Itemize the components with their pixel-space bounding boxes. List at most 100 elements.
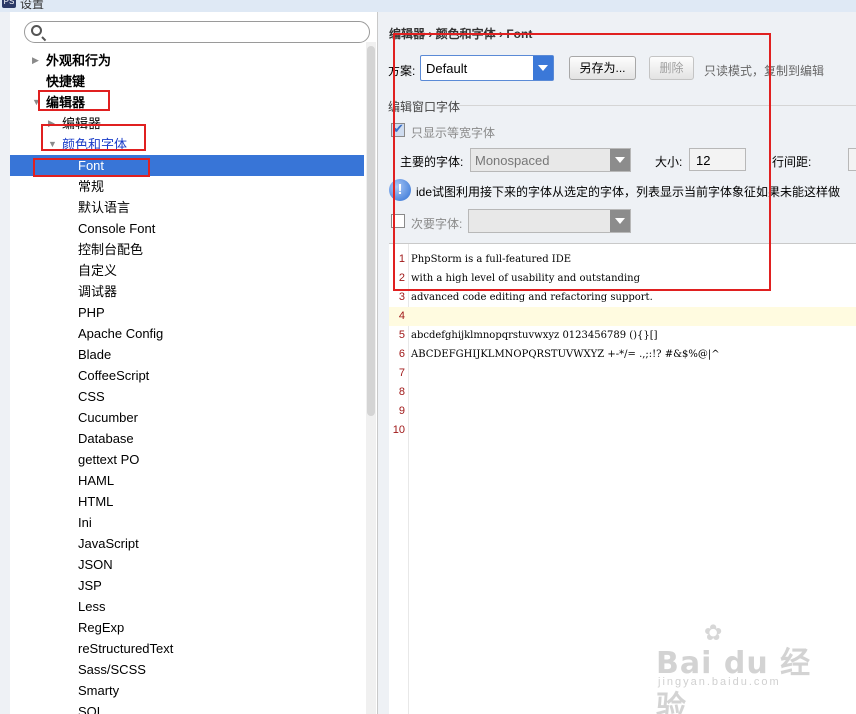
- settings-tree: ▶ 外观和行为 快捷键 ▼ 编辑器 ▶ 编辑器 ▼ 颜色和字体 Font 常规 默认语言 Console…: [10, 50, 364, 714]
- sidebar-item-label: 调试器: [78, 284, 118, 299]
- sidebar-item[interactable]: Console Font: [10, 218, 364, 239]
- sidebar-item[interactable]: SQL: [10, 701, 364, 714]
- sidebar-item[interactable]: 常规: [10, 176, 364, 197]
- sidebar-item-label: 默认语言: [78, 200, 131, 215]
- sidebar-item[interactable]: gettext PO: [10, 449, 364, 470]
- sidebar-item-label: PHP: [78, 305, 105, 320]
- sidebar-item[interactable]: Less: [10, 596, 364, 617]
- save-as-button[interactable]: 另存为...: [569, 56, 636, 80]
- sidebar-item-label: 外观和行为: [46, 53, 112, 68]
- scheme-value: Default: [426, 61, 468, 76]
- chevron-down-icon[interactable]: [533, 56, 553, 80]
- sidebar-item[interactable]: RegExp: [10, 617, 364, 638]
- size-label: 大小:: [655, 155, 683, 169]
- code-line[interactable]: 9: [389, 402, 856, 421]
- section-divider: [459, 105, 856, 106]
- watermark-url: jingyan.baidu.com: [658, 676, 781, 688]
- info-icon: !: [389, 179, 411, 201]
- delete-button[interactable]: 删除: [649, 56, 694, 80]
- primary-font-select[interactable]: Monospaced: [470, 148, 631, 172]
- code-line[interactable]: 5 abcdefghijklmnopqrstuvwxyz 0123456789 (…: [389, 326, 856, 345]
- sidebar-item[interactable]: 自定义: [10, 260, 364, 281]
- sidebar-item[interactable]: HAML: [10, 470, 364, 491]
- sidebar-item-label: Console Font: [78, 221, 156, 236]
- sidebar-item[interactable]: HTML: [10, 491, 364, 512]
- chevron-down-icon[interactable]: [610, 210, 630, 232]
- sidebar-item[interactable]: Database: [10, 428, 364, 449]
- scheme-label: 方案:: [388, 64, 416, 78]
- sidebar-item[interactable]: ▶ 外观和行为: [10, 50, 364, 71]
- sidebar-item[interactable]: Ini: [10, 512, 364, 533]
- search-input[interactable]: [24, 21, 370, 43]
- sidebar-item[interactable]: PHP: [10, 302, 364, 323]
- sidebar-item-label: Smarty: [78, 683, 120, 698]
- monospaced-only-checkbox[interactable]: [391, 121, 405, 137]
- sidebar-item[interactable]: ▼ 编辑器: [10, 92, 364, 113]
- code-line[interactable]: 4: [389, 307, 856, 326]
- sidebar-item-label: Cucumber: [78, 410, 138, 425]
- line-number: 5: [398, 329, 405, 341]
- sidebar-item[interactable]: JSON: [10, 554, 364, 575]
- section-title: 编辑窗口字体: [388, 100, 461, 114]
- sidebar-item-label: gettext PO: [78, 452, 140, 467]
- sidebar-scrollbar[interactable]: [366, 42, 376, 714]
- sidebar-item[interactable]: CSS: [10, 386, 364, 407]
- secondary-font-checkbox[interactable]: [391, 214, 405, 228]
- code-line[interactable]: 2 with a high level of usability and outs…: [389, 269, 856, 288]
- size-input[interactable]: 12: [689, 148, 746, 171]
- line-number: 2: [398, 272, 405, 284]
- size-value: 12: [696, 153, 711, 168]
- sidebar-item[interactable]: Blade: [10, 344, 364, 365]
- sidebar-item-label: reStructuredText: [78, 641, 174, 656]
- secondary-font-select[interactable]: [468, 209, 631, 233]
- expanded-arrow-icon[interactable]: ▼: [48, 134, 57, 155]
- sidebar-item-label: 快捷键: [46, 74, 86, 89]
- sidebar-item[interactable]: Cucumber: [10, 407, 364, 428]
- sidebar-item-label: JavaScript: [78, 536, 139, 551]
- sidebar-item[interactable]: JSP: [10, 575, 364, 596]
- sidebar-item-label: 编辑器: [62, 116, 102, 131]
- line-number: 9: [398, 405, 405, 417]
- sidebar-item-label: Apache Config: [78, 326, 164, 341]
- scheme-select[interactable]: Default: [420, 55, 554, 81]
- code-line[interactable]: 7: [389, 364, 856, 383]
- sidebar-item-label: HAML: [78, 473, 115, 488]
- expanded-arrow-icon[interactable]: ▼: [32, 92, 41, 113]
- code-line[interactable]: 3 advanced code editing and refactoring s…: [389, 288, 856, 307]
- collapsed-arrow-icon[interactable]: ▶: [32, 50, 39, 71]
- sidebar-item-label: 常规: [78, 179, 105, 194]
- sidebar-item[interactable]: reStructuredText: [10, 638, 364, 659]
- sidebar-item-label: 颜色和字体: [62, 137, 128, 152]
- sidebar-item[interactable]: Apache Config: [10, 323, 364, 344]
- code-text: with a high level of usability and outst…: [411, 273, 640, 284]
- sidebar-item[interactable]: ▶ 编辑器: [10, 113, 364, 134]
- line-spacing-input[interactable]: [848, 148, 856, 171]
- code-line[interactable]: 6 ABCDEFGHIJKLMNOPQRSTUVWXYZ +-*/= .,;:!?…: [389, 345, 856, 364]
- sidebar-item[interactable]: 快捷键: [10, 71, 364, 92]
- sidebar-item[interactable]: Font: [10, 155, 364, 176]
- code-line[interactable]: 10: [389, 421, 856, 440]
- sidebar-item[interactable]: JavaScript: [10, 533, 364, 554]
- line-number: 10: [392, 424, 405, 436]
- secondary-font-label: 次要字体:: [411, 217, 463, 231]
- sidebar-item[interactable]: Sass/SCSS: [10, 659, 364, 680]
- sidebar-item[interactable]: 控制台配色: [10, 239, 364, 260]
- sidebar-item-label: CoffeeScript: [78, 368, 150, 383]
- sidebar-item[interactable]: 默认语言: [10, 197, 364, 218]
- scrollbar-thumb[interactable]: [367, 46, 375, 416]
- window-title: 设置: [20, 0, 45, 11]
- sidebar-item[interactable]: ▼ 颜色和字体: [10, 134, 364, 155]
- search-icon: [31, 25, 42, 36]
- code-text: advanced code editing and refactoring su…: [411, 292, 653, 303]
- sidebar-item-label: CSS: [78, 389, 105, 404]
- collapsed-arrow-icon[interactable]: ▶: [48, 113, 55, 134]
- code-line[interactable]: 8: [389, 383, 856, 402]
- breadcrumb: 编辑器 › 颜色和字体 › Font: [389, 27, 533, 41]
- primary-font-value: Monospaced: [475, 153, 550, 168]
- chevron-down-icon[interactable]: [610, 149, 630, 171]
- line-number: 7: [398, 367, 405, 379]
- sidebar-item[interactable]: CoffeeScript: [10, 365, 364, 386]
- sidebar-item[interactable]: 调试器: [10, 281, 364, 302]
- code-line[interactable]: 1 PhpStorm is a full-featured IDE: [389, 250, 856, 269]
- sidebar-item[interactable]: Smarty: [10, 680, 364, 701]
